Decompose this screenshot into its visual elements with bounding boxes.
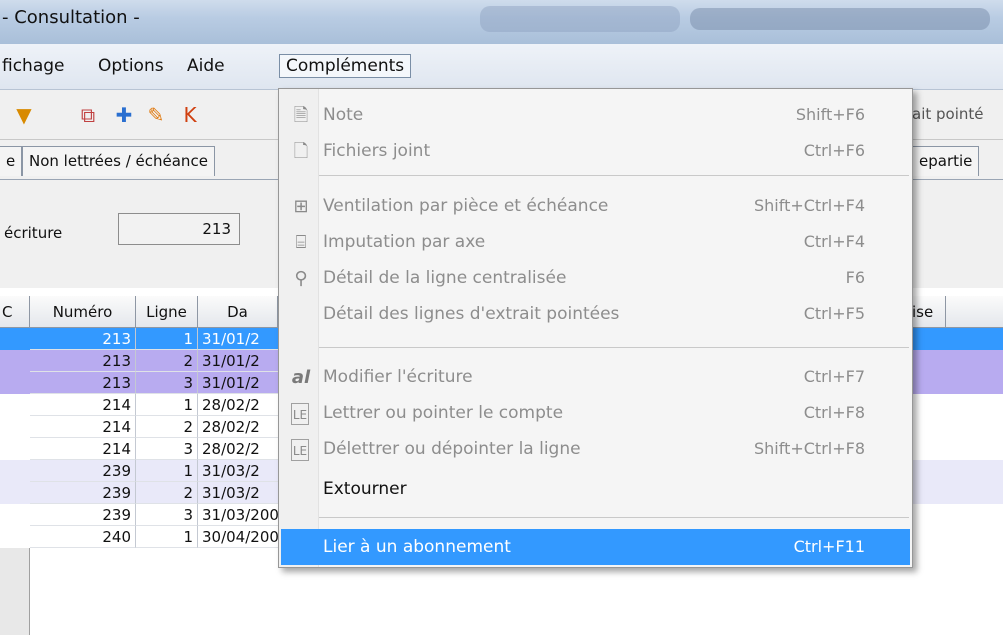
menu-separator [319,517,909,518]
menu-item-modifier-ecriture[interactable]: al Modifier l'écriture Ctrl+F7 [281,361,910,395]
menu-item-delettrer[interactable]: LE Délettrer ou dépointer la ligne Shift… [281,433,910,467]
menu-item-shortcut: Shift+Ctrl+F4 [753,196,865,215]
menu-item-ventilation[interactable]: ⊞ Ventilation par pièce et échéance Shif… [281,190,910,224]
menu-item-imputation[interactable]: ⌸ Imputation par axe Ctrl+F4 [281,226,910,260]
complements-dropdown-menu: 🗎 Note Shift+F6 🗋 Fichiers joint Ctrl+F6… [278,88,913,568]
cell-numero: 213 [30,328,136,350]
menu-affichage[interactable]: fichage [2,56,65,76]
menu-aide[interactable]: Aide [187,56,225,76]
menu-item-shortcut: Ctrl+F6 [803,141,865,160]
ecriture-label: écriture [4,224,63,242]
menu-item-shortcut: Ctrl+F11 [793,537,865,556]
cell-ligne: 1 [136,328,198,350]
cell-numero: 214 [30,438,136,460]
title-bar-blur [690,8,990,30]
menu-item-label: Imputation par axe [323,232,486,252]
cell-ligne: 2 [136,482,198,504]
tab-non-lettrees[interactable]: Non lettrées / échéance [22,146,215,176]
note-icon: 🗎 [293,105,309,126]
cell-numero: 239 [30,504,136,526]
menu-item-detail-lignes-extrait[interactable]: Détail des lignes d'extrait pointées Ctr… [281,298,910,332]
menu-item-lier-abonnement[interactable]: Lier à un abonnement Ctrl+F11 [281,529,910,565]
menu-options[interactable]: Options [98,56,164,76]
cell-numero: 214 [30,416,136,438]
menu-item-label: Ventilation par pièce et échéance [323,196,609,216]
cell-ligne: 1 [136,526,198,548]
menu-item-shortcut: Ctrl+F7 [803,367,865,386]
menu-item-label: Délettrer ou dépointer la ligne [323,439,581,459]
add-icon[interactable]: ✚ [112,104,136,126]
cell-ligne: 1 [136,394,198,416]
cell-ligne: 3 [136,372,198,394]
menu-item-shortcut: F6 [845,268,865,287]
menu-bar: fichage Options Aide Compléments [0,44,1003,90]
header-ligne[interactable]: Ligne [136,296,198,328]
toolbar-extrait-label[interactable]: ait pointé [912,105,984,123]
ventilation-icon: ⊞ [293,196,309,217]
menu-item-fichiers-joint[interactable]: 🗋 Fichiers joint Ctrl+F6 [281,135,910,169]
menu-item-shortcut: Ctrl+F4 [803,232,865,251]
filter-icon[interactable]: ▼ [12,104,36,126]
cell-ligne: 2 [136,350,198,372]
menu-complements[interactable]: Compléments [279,54,412,78]
window-title: - Consultation - [2,7,140,28]
title-bar-blur [480,6,680,32]
lettrage-icon[interactable]: K [178,104,202,126]
copy-icon[interactable]: ⧉ [76,104,100,126]
attachment-icon: 🗋 [293,141,309,162]
menu-separator [319,347,909,348]
cell-ligne: 3 [136,504,198,526]
cell-ligne: 2 [136,416,198,438]
detail-icon: ⚲ [294,268,308,289]
imputation-icon: ⌸ [295,232,307,253]
cell-numero: 213 [30,372,136,394]
menu-item-extourner[interactable]: Extourner [281,473,910,507]
menu-item-label: Lettrer ou pointer le compte [323,403,564,423]
menu-item-shortcut: Shift+F6 [795,105,865,124]
header-date[interactable]: Da [198,296,278,328]
modify-icon: al [291,367,311,388]
cell-numero: 240 [30,526,136,548]
menu-item-label: Note [323,105,364,125]
menu-item-shortcut: Ctrl+F8 [803,403,865,422]
menu-item-label: Lier à un abonnement [323,537,511,557]
title-bar: - Consultation - [0,0,1003,44]
menu-item-lettrer[interactable]: LE Lettrer ou pointer le compte Ctrl+F8 [281,397,910,431]
header-numero[interactable]: Numéro [30,296,136,328]
cell-numero: 239 [30,482,136,504]
tab-contrepartie[interactable]: epartie [912,146,980,176]
menu-item-label: Détail des lignes d'extrait pointées [323,304,620,324]
lettrage-icon: LE [291,403,309,425]
delettrage-icon: LE [291,439,309,461]
ecriture-field[interactable]: 213 [118,213,240,245]
cell-ligne: 3 [136,438,198,460]
cell-numero: 214 [30,394,136,416]
menu-item-detail-ligne-centralisee[interactable]: ⚲ Détail de la ligne centralisée F6 [281,262,910,296]
cell-ligne: 1 [136,460,198,482]
tab-partial-left[interactable]: e [0,146,23,176]
menu-item-label: Détail de la ligne centralisée [323,268,567,288]
header-c[interactable]: C [0,296,30,328]
menu-item-label: Extourner [323,479,407,499]
header-devise[interactable]: ise [910,296,946,328]
menu-item-note[interactable]: 🗎 Note Shift+F6 [281,99,910,133]
cell-numero: 239 [30,460,136,482]
menu-item-shortcut: Ctrl+F5 [803,304,865,323]
menu-item-label: Fichiers joint [323,141,431,161]
menu-item-shortcut: Shift+Ctrl+F8 [753,439,865,458]
cell-numero: 213 [30,350,136,372]
edit-icon[interactable]: ✎ [144,104,168,126]
menu-separator [319,175,909,176]
menu-item-label: Modifier l'écriture [323,367,473,387]
